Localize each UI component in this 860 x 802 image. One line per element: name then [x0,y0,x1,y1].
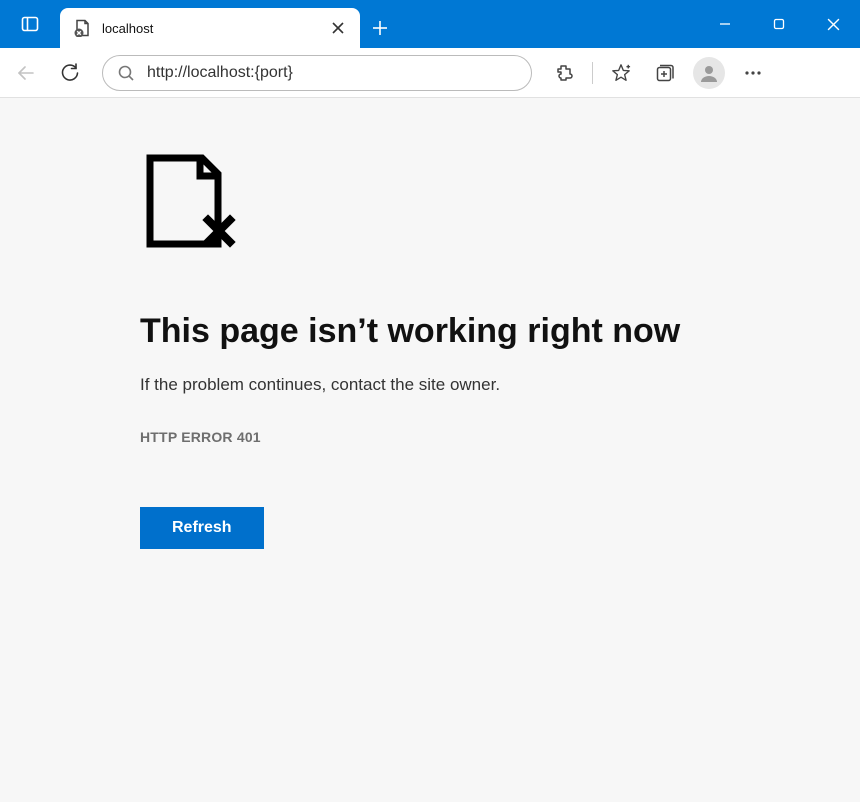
error-page-icon [144,154,860,252]
tab-close-button[interactable] [326,16,350,40]
refresh-page-button[interactable]: Refresh [140,507,264,549]
favorites-button[interactable] [601,53,641,93]
tab-actions-area [0,0,60,48]
refresh-button[interactable] [50,53,90,93]
minimize-button[interactable] [698,0,752,48]
close-window-button[interactable] [806,0,860,48]
address-bar[interactable] [102,55,532,91]
browser-toolbar [0,48,860,98]
search-icon [117,64,135,82]
vertical-tabs-toggle[interactable] [14,8,46,40]
separator [592,62,593,84]
profile-avatar[interactable] [693,57,725,89]
back-button[interactable] [6,53,46,93]
tab-favicon-error-icon [74,19,92,37]
maximize-button[interactable] [752,0,806,48]
collections-button[interactable] [645,53,685,93]
tab-title: localhost [102,21,316,36]
error-message: If the problem continues, contact the si… [140,375,860,395]
error-code: HTTP ERROR 401 [140,429,860,445]
browser-tab[interactable]: localhost [60,8,360,48]
url-input[interactable] [147,64,517,82]
error-title: This page isn’t working right now [140,312,860,351]
page-content: This page isn’t working right now If the… [0,98,860,802]
window-controls [698,0,860,48]
extensions-button[interactable] [544,53,584,93]
titlebar: localhost [0,0,860,48]
menu-button[interactable] [733,53,773,93]
new-tab-button[interactable] [360,8,400,48]
